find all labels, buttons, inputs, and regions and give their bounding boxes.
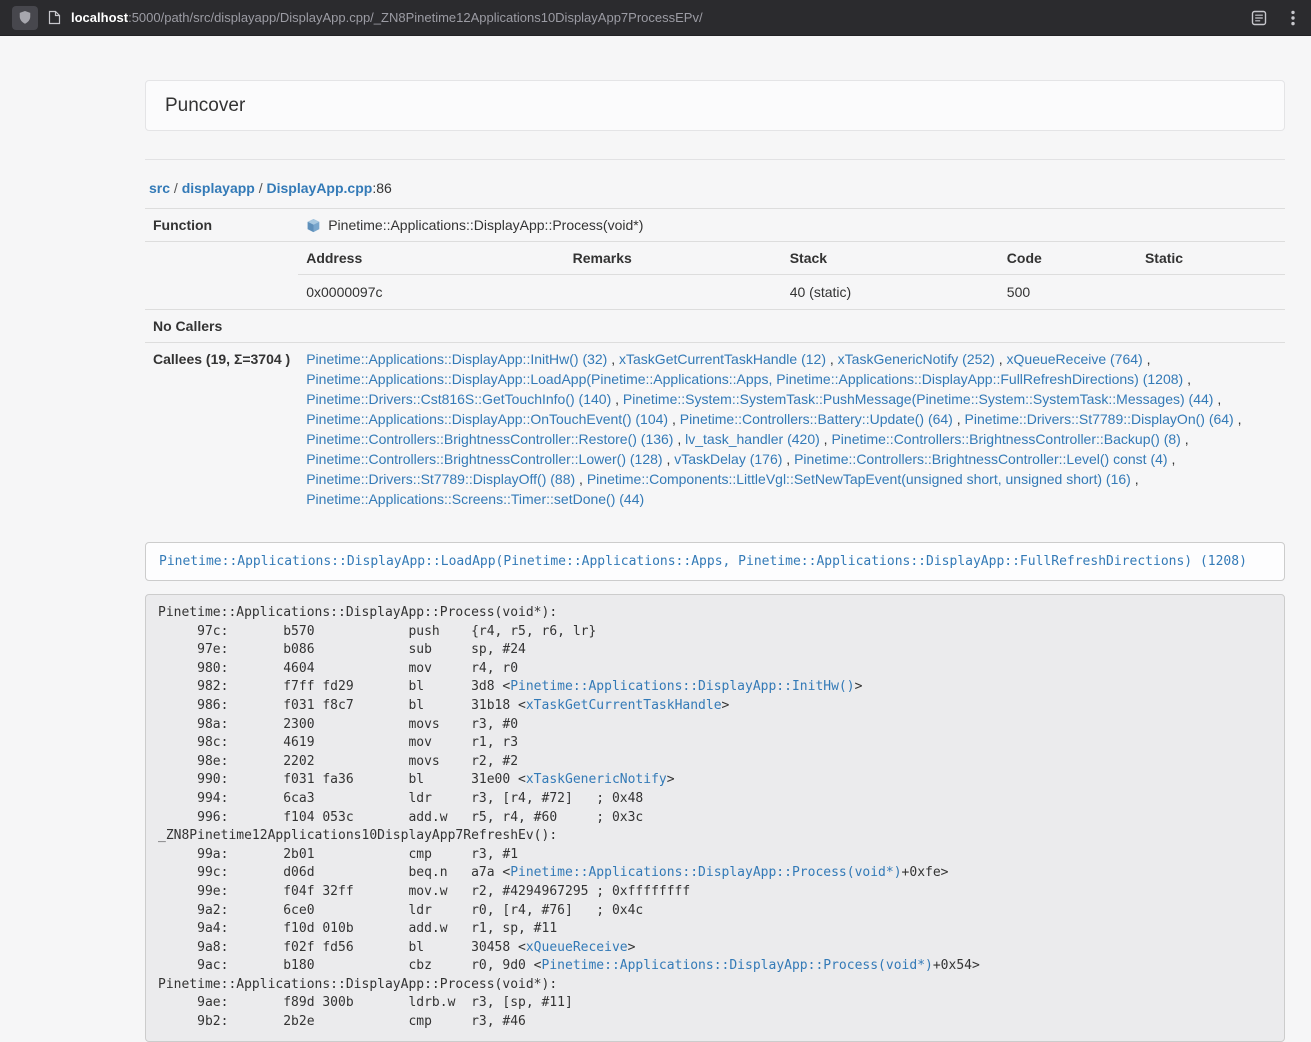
function-table: Function Pinetime::Applications::Display… (145, 208, 1285, 515)
callees-cell: Pinetime::Applications::DisplayApp::Init… (298, 343, 1285, 516)
toolbar-actions (1251, 10, 1299, 26)
disassembly-pre: Pinetime::Applications::DisplayApp::Proc… (145, 594, 1285, 1042)
breadcrumb-link-file[interactable]: DisplayApp.cpp (267, 180, 373, 196)
callee-link[interactable]: Pinetime::Controllers::Battery::Update()… (680, 411, 953, 427)
no-callers-label: No Callers (145, 310, 298, 343)
selected-callee-link[interactable]: Pinetime::Applications::DisplayApp::Load… (159, 554, 1247, 569)
stats-table: Address Remarks Stack Code Static 0x0000… (298, 242, 1285, 309)
callee-link[interactable]: Pinetime::Applications::Screens::Timer::… (306, 491, 644, 507)
callee-link[interactable]: xTaskGetCurrentTaskHandle (12) (619, 351, 826, 367)
col-remarks: Remarks (565, 242, 782, 275)
breadcrumb-line-number: :86 (372, 180, 391, 196)
callee-link[interactable]: vTaskDelay (176) (674, 451, 782, 467)
url-text[interactable]: localhost:5000/path/src/displayapp/Displ… (71, 10, 1241, 25)
no-callers-row: No Callers (145, 310, 1285, 343)
callee-link[interactable]: xTaskGenericNotify (252) (838, 351, 995, 367)
col-code: Code (999, 242, 1137, 275)
reader-mode-icon[interactable] (1251, 10, 1267, 26)
callee-link[interactable]: Pinetime::Controllers::BrightnessControl… (794, 451, 1167, 467)
col-address: Address (298, 242, 564, 275)
disassembly-symbol-link[interactable]: Pinetime::Applications::DisplayApp::Proc… (510, 865, 901, 880)
disassembly-symbol-link[interactable]: Pinetime::Applications::DisplayApp::Proc… (542, 958, 933, 973)
function-row: Function Pinetime::Applications::Display… (145, 209, 1285, 242)
stats-values-row: 0x0000097c 40 (static) 500 (298, 275, 1285, 310)
stat-remarks (565, 275, 782, 310)
callee-link[interactable]: Pinetime::Components::LittleVgl::SetNewT… (587, 471, 1131, 487)
divider (145, 159, 1285, 160)
disassembly-symbol-link[interactable]: xTaskGenericNotify (526, 772, 667, 787)
callee-link[interactable]: xQueueReceive (764) (1007, 351, 1143, 367)
page-icon[interactable] (48, 10, 61, 25)
callees-row: Callees (19, Σ=3704 ) Pinetime::Applicat… (145, 343, 1285, 516)
callee-link[interactable]: Pinetime::System::SystemTask::PushMessag… (623, 391, 1214, 407)
stat-code: 500 (999, 275, 1137, 310)
breadcrumb-separator: / (255, 180, 267, 196)
app-header-panel: Puncover (145, 80, 1285, 131)
no-callers-cell (298, 310, 1285, 343)
url-path: :5000/path/src/displayapp/DisplayApp.cpp… (128, 10, 703, 25)
callee-link[interactable]: lv_task_handler (420) (685, 431, 820, 447)
callee-link[interactable]: Pinetime::Applications::DisplayApp::OnTo… (306, 411, 668, 427)
menu-kebab-icon[interactable] (1291, 10, 1295, 26)
function-cube-icon (306, 218, 321, 233)
function-name: Pinetime::Applications::DisplayApp::Proc… (328, 215, 643, 235)
breadcrumb-link-displayapp[interactable]: displayapp (182, 180, 255, 196)
stat-static (1137, 275, 1285, 310)
stat-address: 0x0000097c (298, 275, 564, 310)
disassembly-symbol-link[interactable]: Pinetime::Applications::DisplayApp::Init… (510, 679, 854, 694)
main-content: Puncover src / displayapp / DisplayApp.c… (145, 80, 1285, 1042)
callee-link[interactable]: Pinetime::Controllers::BrightnessControl… (306, 431, 673, 447)
callee-link[interactable]: Pinetime::Drivers::St7789::DisplayOff() … (306, 471, 575, 487)
stats-header-row: Address Remarks Stack Code Static (298, 242, 1285, 275)
browser-url-bar: localhost:5000/path/src/displayapp/Displ… (0, 0, 1311, 36)
callee-link[interactable]: Pinetime::Controllers::BrightnessControl… (831, 431, 1180, 447)
callee-link[interactable]: Pinetime::Drivers::St7789::DisplayOn() (… (965, 411, 1234, 427)
col-stack: Stack (782, 242, 999, 275)
breadcrumb-separator: / (170, 180, 182, 196)
stat-stack: 40 (static) (782, 275, 999, 310)
stats-row: Address Remarks Stack Code Static 0x0000… (145, 242, 1285, 310)
callee-link[interactable]: Pinetime::Applications::DisplayApp::Load… (306, 371, 1183, 387)
callees-label: Callees (19, Σ=3704 ) (145, 343, 298, 516)
callee-link[interactable]: Pinetime::Applications::DisplayApp::Init… (306, 351, 607, 367)
disassembly-symbol-link[interactable]: xQueueReceive (526, 940, 628, 955)
breadcrumb-link-src[interactable]: src (149, 180, 170, 196)
col-static: Static (1137, 242, 1285, 275)
tracking-protection-shield-icon[interactable] (12, 6, 38, 30)
callee-link[interactable]: Pinetime::Drivers::Cst816S::GetTouchInfo… (306, 391, 611, 407)
breadcrumb: src / displayapp / DisplayApp.cpp:86 (149, 180, 1285, 196)
callee-link[interactable]: Pinetime::Controllers::BrightnessControl… (306, 451, 662, 467)
url-host: localhost (71, 10, 128, 25)
disassembly-symbol-link[interactable]: xTaskGetCurrentTaskHandle (526, 698, 722, 713)
function-label: Function (145, 209, 298, 242)
selected-callee-box: Pinetime::Applications::DisplayApp::Load… (145, 542, 1285, 581)
stats-row-spacer (145, 242, 298, 310)
page-title: Puncover (165, 94, 1265, 117)
